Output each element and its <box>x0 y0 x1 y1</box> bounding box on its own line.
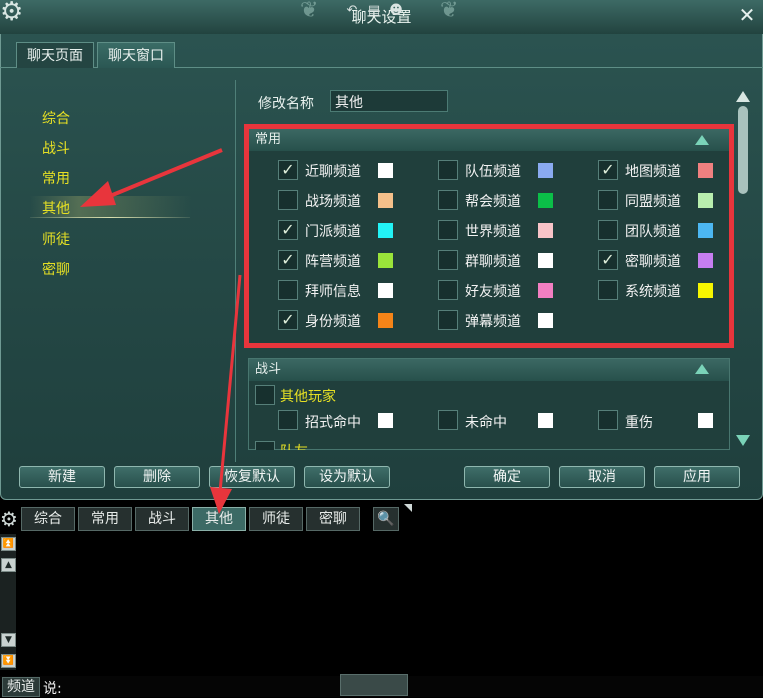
subgroup-label: 其他玩家 <box>280 389 336 405</box>
set-default-button[interactable]: 设为默认 <box>304 466 390 488</box>
emoji-icon[interactable]: ☻ <box>386 1 406 20</box>
option-label: 未命中 <box>465 415 507 431</box>
name-input[interactable]: 其他 <box>330 90 448 112</box>
scrollbar-thumb[interactable] <box>738 106 748 194</box>
chat-tab-whisper[interactable]: 密聊 <box>306 507 360 531</box>
delete-button[interactable]: 删除 <box>114 466 200 488</box>
cancel-button[interactable]: 取消 <box>559 466 645 488</box>
collapse-up-icon[interactable] <box>695 364 709 374</box>
chat-tab-other[interactable]: 其他 <box>192 507 246 531</box>
sidebar-item-battle[interactable]: 战斗 <box>42 138 70 158</box>
say-label: 说: <box>43 681 62 697</box>
scroll-down-icon: ▼ <box>5 635 12 645</box>
checkbox-teammate[interactable] <box>255 441 275 450</box>
scroll-up-icon[interactable] <box>736 91 750 102</box>
search-icon[interactable]: 🔍 <box>373 507 399 531</box>
tab-chat-page[interactable]: 聊天页面 <box>16 42 94 68</box>
scroll-bottom-button[interactable]: ⏬ <box>1 654 16 668</box>
highlight-box <box>244 124 734 348</box>
message-icon[interactable]: ▤ <box>364 1 384 20</box>
group-battle-title: 战斗 <box>255 362 282 377</box>
chat-tab-common[interactable]: 常用 <box>78 507 132 531</box>
color-swatch[interactable] <box>698 413 713 428</box>
sidebar-item-whisper[interactable]: 密聊 <box>42 259 70 279</box>
scroll-bottom-icon: ⏬ <box>2 656 15 666</box>
scroll-down-icon[interactable] <box>736 435 750 446</box>
sidebar-item-general[interactable]: 综合 <box>42 108 70 128</box>
chat-settings-gear-icon[interactable]: ⚙ <box>0 508 20 530</box>
scroll-top-icon: ⏫ <box>2 539 15 549</box>
checkbox-miss[interactable] <box>438 410 458 430</box>
scroll-down-button[interactable]: ▼ <box>1 633 16 647</box>
chat-scroll-column <box>0 534 16 670</box>
resize-corner-icon[interactable] <box>404 504 412 512</box>
checkbox-skill-hit[interactable] <box>278 410 298 430</box>
scroll-up-icon: ▲ <box>5 560 12 570</box>
rename-label: 修改名称 <box>258 96 314 112</box>
undo-icon[interactable]: ↶ <box>342 1 362 20</box>
scroll-up-button[interactable]: ▲ <box>1 558 16 572</box>
panel-divider <box>235 80 236 462</box>
option-label: 重伤 <box>625 415 653 431</box>
color-swatch[interactable] <box>378 413 393 428</box>
group-battle-header[interactable]: 战斗 <box>249 359 729 381</box>
apply-button[interactable]: 应用 <box>654 466 740 488</box>
chat-tab-battle[interactable]: 战斗 <box>135 507 189 531</box>
checkbox-heavy-wound[interactable] <box>598 410 618 430</box>
chat-tab-master[interactable]: 师徒 <box>249 507 303 531</box>
new-button[interactable]: 新建 <box>19 466 105 488</box>
tab-chat-window[interactable]: 聊天窗口 <box>97 42 175 68</box>
option-label: 招式命中 <box>305 415 361 431</box>
color-swatch[interactable] <box>538 413 553 428</box>
sidebar-item-other[interactable]: 其他 <box>42 198 70 218</box>
subgroup-label: 队友 <box>280 441 308 450</box>
sidebar-item-common[interactable]: 常用 <box>42 168 70 188</box>
chat-icon-bar <box>340 674 408 696</box>
ok-button[interactable]: 确定 <box>464 466 550 488</box>
channel-button[interactable]: 频道 <box>2 677 40 697</box>
checkbox-other-players[interactable] <box>255 385 275 405</box>
chat-tab-general[interactable]: 综合 <box>21 507 75 531</box>
sidebar-item-master[interactable]: 师徒 <box>42 229 70 249</box>
restore-default-button[interactable]: 恢复默认 <box>209 466 295 488</box>
scroll-top-button[interactable]: ⏫ <box>1 537 16 551</box>
close-icon[interactable]: ✕ <box>736 4 758 26</box>
clip-row: 队友 <box>248 436 730 450</box>
